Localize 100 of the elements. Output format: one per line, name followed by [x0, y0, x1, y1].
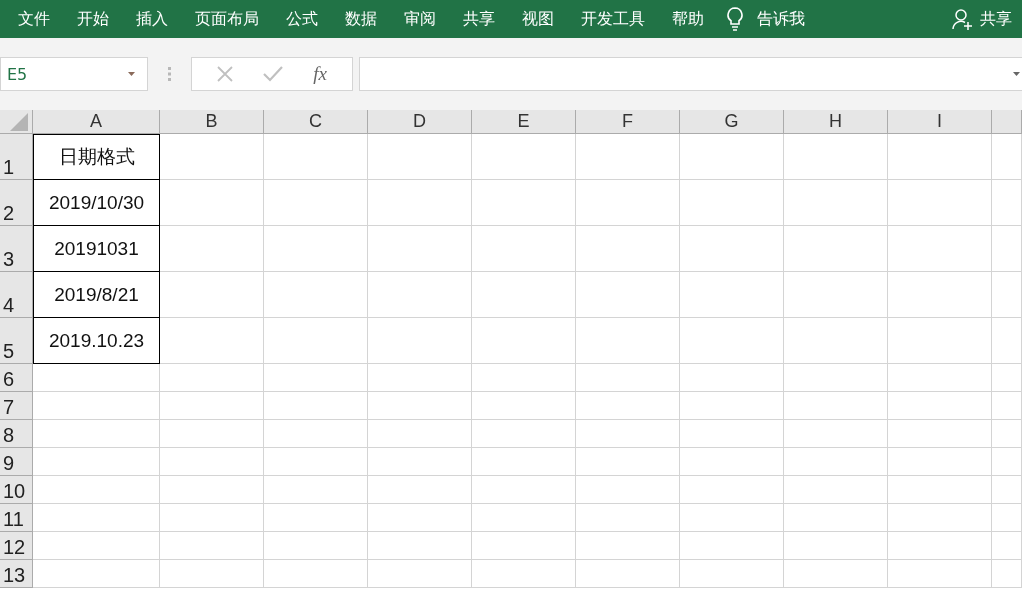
empty-cell[interactable] [680, 134, 784, 180]
empty-cell[interactable] [160, 272, 264, 318]
ribbon-tab[interactable]: 插入 [136, 8, 168, 30]
empty-cell[interactable] [264, 226, 368, 272]
empty-cell[interactable] [160, 392, 264, 420]
empty-cell[interactable] [784, 226, 888, 272]
empty-cell[interactable] [264, 476, 368, 504]
empty-cell[interactable] [472, 420, 576, 448]
empty-cell[interactable] [472, 448, 576, 476]
formula-input[interactable] [359, 57, 1022, 91]
empty-cell[interactable] [992, 560, 1022, 588]
empty-cell[interactable] [576, 180, 680, 226]
empty-cell[interactable] [160, 504, 264, 532]
empty-cell[interactable] [264, 180, 368, 226]
empty-cell[interactable] [992, 392, 1022, 420]
row-header[interactable]: 4 [0, 272, 33, 318]
empty-cell[interactable] [368, 272, 472, 318]
ribbon-tab[interactable]: 帮助 [672, 8, 704, 30]
empty-cell[interactable] [888, 560, 992, 588]
column-header[interactable]: I [888, 110, 992, 133]
empty-cell[interactable] [992, 364, 1022, 392]
empty-cell[interactable] [368, 420, 472, 448]
column-header[interactable]: B [160, 110, 264, 133]
caret-icon[interactable] [1013, 72, 1020, 76]
empty-cell[interactable] [160, 180, 264, 226]
empty-cell[interactable] [888, 392, 992, 420]
empty-cell[interactable] [680, 560, 784, 588]
empty-cell[interactable] [784, 476, 888, 504]
empty-cell[interactable] [160, 448, 264, 476]
cancel-icon[interactable] [217, 66, 234, 82]
empty-cell[interactable] [472, 476, 576, 504]
empty-cell[interactable] [160, 134, 264, 180]
empty-cell[interactable] [784, 364, 888, 392]
empty-cell[interactable] [160, 532, 264, 560]
empty-cell[interactable] [784, 134, 888, 180]
empty-cell[interactable] [264, 392, 368, 420]
empty-cell[interactable] [784, 392, 888, 420]
row-header[interactable]: 5 [0, 318, 33, 364]
empty-cell[interactable] [368, 476, 472, 504]
empty-cell[interactable] [680, 364, 784, 392]
empty-cell[interactable] [992, 420, 1022, 448]
empty-cell[interactable] [784, 180, 888, 226]
column-header[interactable]: A [33, 110, 160, 133]
row-header[interactable]: 12 [0, 532, 33, 560]
empty-cell[interactable] [472, 532, 576, 560]
empty-cell[interactable] [160, 226, 264, 272]
empty-cell[interactable] [264, 364, 368, 392]
empty-cell[interactable] [472, 560, 576, 588]
empty-cell[interactable] [888, 364, 992, 392]
column-header[interactable]: G [680, 110, 784, 133]
table-cell[interactable]: 2019.10.23 [33, 318, 160, 364]
empty-cell[interactable] [784, 448, 888, 476]
empty-cell[interactable] [368, 560, 472, 588]
empty-cell[interactable] [992, 272, 1022, 318]
grip-icon[interactable] [168, 67, 171, 81]
empty-cell[interactable] [680, 318, 784, 364]
share-button[interactable]: 共享 [980, 8, 1012, 30]
empty-cell[interactable] [888, 532, 992, 560]
empty-cell[interactable] [680, 476, 784, 504]
table-cell[interactable]: 2019/8/21 [33, 272, 160, 318]
empty-cell[interactable] [888, 448, 992, 476]
empty-cell[interactable] [368, 504, 472, 532]
empty-cell[interactable] [472, 504, 576, 532]
insert-function-button[interactable]: fx [313, 63, 327, 85]
empty-cell[interactable] [680, 392, 784, 420]
empty-cell[interactable] [472, 134, 576, 180]
empty-cell[interactable] [680, 272, 784, 318]
table-cell[interactable]: 2019/10/30 [33, 180, 160, 226]
empty-cell[interactable] [888, 504, 992, 532]
column-header[interactable]: D [368, 110, 472, 133]
row-header[interactable]: 9 [0, 448, 33, 476]
empty-cell[interactable] [888, 272, 992, 318]
empty-cell[interactable] [680, 420, 784, 448]
empty-cell[interactable] [784, 272, 888, 318]
empty-cell[interactable] [472, 392, 576, 420]
empty-cell[interactable] [680, 180, 784, 226]
empty-cell[interactable] [992, 448, 1022, 476]
empty-cell[interactable] [576, 448, 680, 476]
column-header[interactable]: H [784, 110, 888, 133]
empty-cell[interactable] [576, 392, 680, 420]
empty-cell[interactable] [680, 226, 784, 272]
empty-cell[interactable] [888, 180, 992, 226]
empty-cell[interactable] [576, 272, 680, 318]
empty-cell[interactable] [264, 318, 368, 364]
empty-cell[interactable] [576, 134, 680, 180]
ribbon-tab[interactable]: 审阅 [404, 8, 436, 30]
empty-cell[interactable] [264, 448, 368, 476]
row-header[interactable]: 13 [0, 560, 33, 588]
add-person-icon[interactable] [952, 8, 974, 30]
empty-cell[interactable] [784, 504, 888, 532]
ribbon-tab[interactable]: 视图 [522, 8, 554, 30]
empty-cell[interactable] [784, 420, 888, 448]
empty-cell[interactable] [680, 448, 784, 476]
empty-cell[interactable] [888, 420, 992, 448]
empty-cell[interactable] [888, 226, 992, 272]
empty-cell[interactable] [472, 364, 576, 392]
ribbon-tab[interactable]: 文件 [18, 8, 50, 30]
empty-cell[interactable] [576, 560, 680, 588]
column-header[interactable]: E [472, 110, 576, 133]
name-box[interactable]: E5 [0, 57, 148, 91]
